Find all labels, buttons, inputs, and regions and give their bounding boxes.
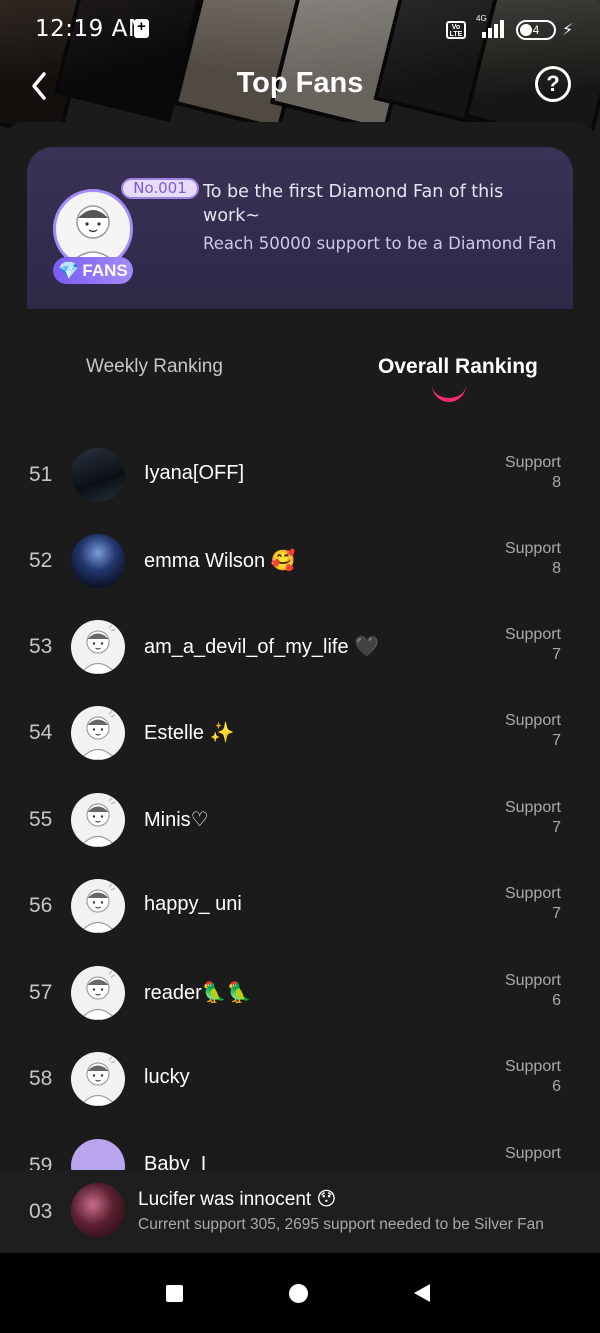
avatar <box>71 1052 125 1106</box>
circle-icon[interactable] <box>289 1284 308 1303</box>
fan-name: reader🦜🦜 <box>144 982 252 1004</box>
support-label: Support <box>504 1058 561 1075</box>
rank-number: 56 <box>29 894 53 917</box>
sim-icon <box>134 18 149 38</box>
avatar <box>71 966 125 1020</box>
avatar <box>71 1139 125 1170</box>
list-item[interactable]: 59 Baby_I Support <box>0 1123 600 1170</box>
support-value: 6 <box>552 1078 561 1095</box>
rank-number-badge: No.001 <box>121 178 199 199</box>
status-bar: 12:19 AM Vo LTE 4G 4 ⚡ <box>0 0 600 58</box>
banner-subtext: Reach 50000 support to be a Diamond Fan <box>203 234 557 253</box>
my-name: Lucifer was innocent 😯 <box>138 1189 337 1210</box>
default-avatar-icon <box>79 797 117 847</box>
avatar <box>71 620 125 674</box>
support-label: Support <box>504 799 561 816</box>
support-label: Support <box>504 540 561 557</box>
signal-bar <box>500 20 504 38</box>
avatar <box>71 534 125 588</box>
avatar <box>71 448 125 502</box>
my-support-progress: Current support 305, 2695 support needed… <box>138 1216 544 1233</box>
my-rank-number: 03 <box>29 1200 53 1223</box>
question-circle-icon: ? <box>546 71 560 96</box>
support-value: 7 <box>552 819 561 836</box>
signal-bar <box>494 24 498 38</box>
support-value: 8 <box>552 560 561 577</box>
square-icon[interactable] <box>166 1285 183 1302</box>
support-value: 8 <box>552 474 561 491</box>
default-avatar-icon <box>66 205 120 266</box>
avatar <box>71 706 125 760</box>
rank-number: 52 <box>29 549 53 572</box>
default-avatar-icon <box>79 710 117 760</box>
rank-number: 54 <box>29 721 53 744</box>
volte-icon: Vo LTE <box>446 21 466 39</box>
avatar <box>71 793 125 847</box>
fans-badge-label: FANS <box>82 261 128 280</box>
rank-number: 53 <box>29 635 53 658</box>
support-label: Support <box>504 972 561 989</box>
fan-name: am_a_devil_of_my_life 🖤 <box>144 636 380 658</box>
default-avatar-icon <box>79 970 117 1020</box>
status-time: 12:19 AM <box>35 16 149 42</box>
list-item[interactable]: 54 Estelle ✨ Support 7 <box>0 690 600 776</box>
rank-number: 58 <box>29 1067 53 1090</box>
default-avatar-icon <box>79 883 117 933</box>
my-avatar <box>71 1183 125 1237</box>
fans-badge: 💎 FANS <box>53 257 133 284</box>
network-type: 4G <box>476 14 487 23</box>
help-button[interactable]: ? <box>535 66 571 102</box>
signal-bar <box>488 28 492 38</box>
system-nav-bar <box>0 1253 600 1333</box>
battery-icon: 4 <box>516 20 556 40</box>
charging-icon: ⚡ <box>562 22 574 39</box>
fan-name: Baby_I <box>144 1153 207 1170</box>
fan-name: Iyana[OFF] <box>144 462 245 484</box>
list-item[interactable]: 52 emma Wilson 🥰 Support 8 <box>0 518 600 604</box>
list-item[interactable]: 58 lucky Support 6 <box>0 1036 600 1122</box>
support-label: Support <box>504 885 561 902</box>
signal-icon: 4G <box>474 14 510 40</box>
list-item[interactable] <box>0 396 600 412</box>
list-item[interactable]: 57 reader🦜🦜 Support 6 <box>0 950 600 1036</box>
support-label: Support <box>504 626 561 643</box>
support-label: Support <box>504 454 561 471</box>
support-value: 6 <box>552 992 561 1009</box>
ranking-list[interactable]: 51 Iyana[OFF] Support 8 52 emma Wilson 🥰… <box>0 396 600 1170</box>
rank-number: 57 <box>29 981 53 1004</box>
battery-level: 4 <box>532 23 540 37</box>
list-item[interactable]: 56 happy_ uni Support 7 <box>0 863 600 949</box>
fan-name: Minis♡ <box>144 809 209 831</box>
fan-name: emma Wilson 🥰 <box>144 550 296 572</box>
support-value: 7 <box>552 732 561 749</box>
signal-bar <box>482 32 486 38</box>
list-item[interactable]: 55 Minis♡ Support 7 <box>0 777 600 863</box>
fan-name: lucky <box>144 1066 190 1088</box>
triangle-back-icon[interactable] <box>414 1284 430 1302</box>
support-label: Support <box>504 1145 561 1162</box>
list-item[interactable]: 53 am_a_devil_of_my_life 🖤 Support 7 <box>0 604 600 690</box>
list-item[interactable]: 51 Iyana[OFF] Support 8 <box>0 432 600 518</box>
tab-weekly-ranking[interactable]: Weekly Ranking <box>86 356 223 378</box>
fan-name: happy_ uni <box>144 893 242 915</box>
rank-number: 59 <box>29 1154 53 1170</box>
avatar <box>71 879 125 933</box>
support-value: 7 <box>552 646 561 663</box>
support-label: Support <box>504 712 561 729</box>
diamond-icon: 💎 <box>58 261 80 280</box>
banner-headline: To be the first Diamond Fan of this work… <box>203 182 504 226</box>
support-value: 7 <box>552 905 561 922</box>
rank-number: 55 <box>29 808 53 831</box>
fan-name: Estelle ✨ <box>144 722 235 744</box>
page-title: Top Fans <box>236 67 364 99</box>
tab-overall-ranking[interactable]: Overall Ranking <box>378 355 538 379</box>
title-bar: Top Fans ? <box>0 58 600 114</box>
default-avatar-icon <box>79 1056 117 1106</box>
default-avatar-icon <box>79 624 117 674</box>
my-rank-card[interactable]: 03 Lucifer was innocent 😯 Current suppor… <box>0 1170 600 1254</box>
rank-number: 51 <box>29 463 53 486</box>
